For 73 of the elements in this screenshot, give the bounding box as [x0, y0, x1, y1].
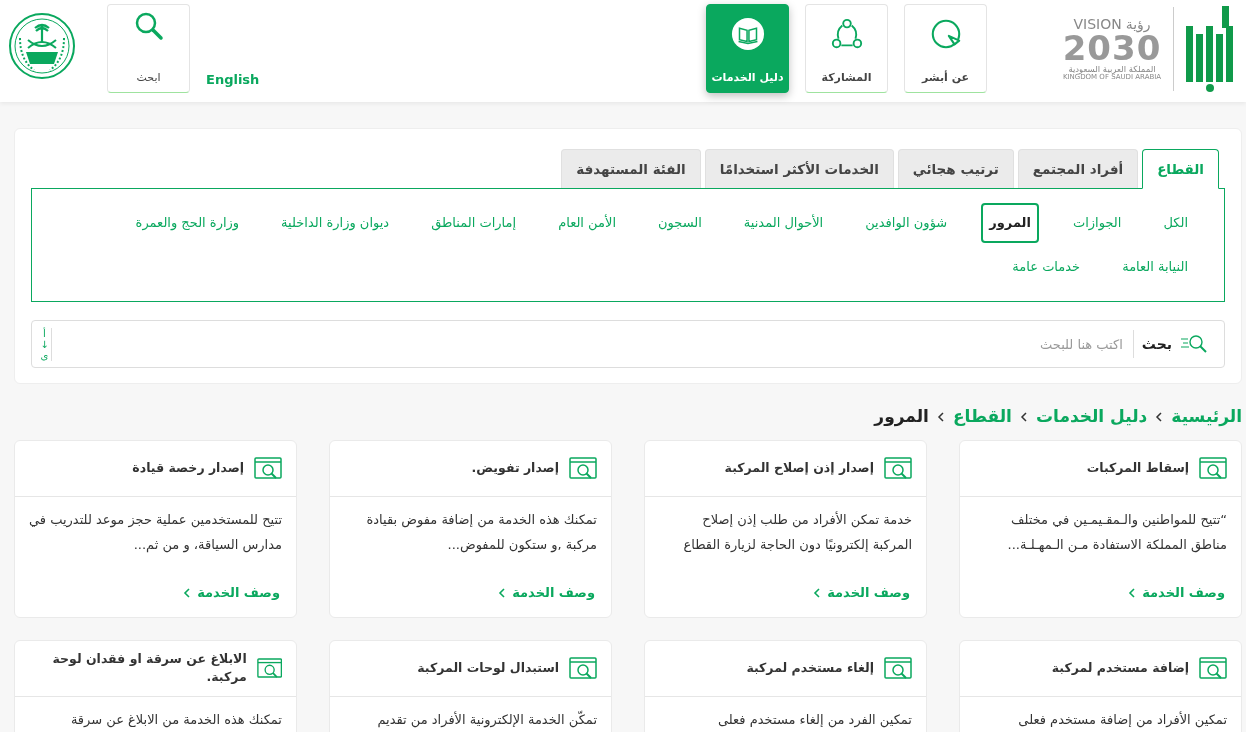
filter-option[interactable]: النيابة العامة [1114, 246, 1196, 287]
nav-button[interactable]: المشاركة [805, 4, 888, 93]
tab[interactable]: الفئة المستهدفة [561, 149, 701, 189]
search-window-icon [254, 457, 282, 480]
chevron-icon [1155, 412, 1164, 422]
tab[interactable]: أفراد المجتمع [1017, 149, 1139, 189]
card-title: إسقاط المركبات [1086, 458, 1189, 477]
chevron-icon [183, 588, 192, 598]
logo-year: 2030 [1062, 31, 1162, 66]
card-description: تمكّن الخدمة الإلكترونية الأفراد من تقديم [376, 709, 598, 730]
card-title: إصدار إذن إصلاح المركبة [724, 458, 874, 477]
card-description: تمكين الأفراد من إضافة مستخدم فعلى [1017, 710, 1228, 730]
card-description: خدمة تمكن الأفراد من طلب إذن إصلاح المركبة إلكترونيًا دون الحاجة لزيارة القطاع [682, 510, 913, 555]
language-link[interactable]: English [206, 70, 260, 90]
card-title: الابلاغ عن سرقة او فقدان لوحة مركبة. [51, 649, 247, 687]
filter-option[interactable]: وزارة الحج والعمرة [127, 203, 248, 243]
breadcrumb-link[interactable]: الرئيسية [1171, 404, 1242, 430]
card-title: إلغاء مستخدم لمركبة [746, 658, 874, 678]
filter-option[interactable]: السجون [650, 203, 710, 243]
filter-option[interactable]: شؤون الوافدين [857, 203, 956, 243]
chevron-icon [1128, 588, 1137, 598]
service-description-link[interactable]: وصف الخدمة [813, 583, 910, 603]
breadcrumb-current: المرور [874, 405, 929, 429]
nav-button[interactable]: عن أبشر [904, 4, 987, 93]
connected-nodes-icon [829, 17, 864, 51]
search-window-icon [1199, 457, 1227, 480]
palm-emblem-icon [8, 12, 76, 80]
nav-button[interactable]: دليل الخدمات [706, 4, 789, 93]
tab[interactable]: القطاع [1142, 149, 1219, 190]
search-window-icon [884, 657, 912, 680]
filter-option[interactable]: الأمن العام [550, 203, 624, 243]
sort-toggle[interactable]: أ ↓ ى [38, 327, 52, 361]
logo-text: المملكة العربية السعودية [1068, 65, 1156, 74]
search-icon [133, 11, 164, 41]
card-description: تمكين الفرد من إلغاء مستخدم فعلى [716, 710, 913, 730]
service-description-link[interactable]: وصف الخدمة [498, 583, 595, 603]
service-description-link[interactable]: وصف الخدمة [1128, 583, 1225, 603]
card-title: استبدال لوحات المركبة [417, 658, 559, 677]
card-title: إصدار تفويض. [471, 458, 559, 477]
logo-text: VISION [1073, 17, 1122, 32]
card-title: إضافة مستخدم لمركبة [1051, 658, 1189, 678]
filter-option[interactable]: إمارات المناطق [423, 203, 525, 243]
tab[interactable]: الخدمات الأكثر استخدامًا [704, 149, 894, 189]
search-label: بحث [1132, 330, 1172, 359]
card-description: تمكنك هذه الخدمة من إضافة مفوض بقيادة مركبة ,و ستكون للمفوض... [365, 510, 598, 555]
chevron-icon [936, 412, 945, 422]
logo-text: رؤية [1125, 17, 1151, 32]
search-button[interactable]: ابحث [107, 4, 190, 93]
search-window-icon [256, 657, 282, 680]
search-bar[interactable]: بحث اكتب هنا للبحث أ ↓ ى [31, 320, 1225, 369]
breadcrumb-link[interactable]: القطاع [952, 404, 1012, 430]
card-description: تتيح للمستخدمين عملية حجز موعد للتدريب في مدارس السياقة، و من ثم... [28, 510, 283, 555]
filter-option[interactable]: الكل [1155, 203, 1196, 243]
search-window-icon [1199, 657, 1227, 680]
search-window-icon [569, 657, 597, 680]
search-field[interactable]: اكتب هنا للبحث [60, 333, 1125, 355]
tab[interactable]: ترتيب هجائي [897, 149, 1014, 189]
filter-option[interactable]: المرور [981, 203, 1039, 243]
chevron-icon [813, 588, 822, 598]
filter-option[interactable]: خدمات عامة [1004, 246, 1089, 287]
card-description: “تتيح للمواطنين والـمقـيمـين في مختلف مناطق المملكة الاستفادة مـن الـمهـلـة... [1006, 510, 1228, 555]
card-title: إصدار رخصة قيادة [132, 458, 244, 477]
search-window-icon [569, 457, 597, 480]
chevron-icon [498, 588, 507, 598]
search-window-icon [884, 457, 912, 480]
card-description: تمكنك هذه الخدمة من الابلاغ عن سرقة [69, 710, 283, 730]
filter-option[interactable]: الأحوال المدنية [735, 203, 832, 243]
chevron-icon [1019, 412, 1028, 422]
service-description-link[interactable]: وصف الخدمة [183, 583, 280, 603]
breadcrumb-link[interactable]: دليل الخدمات [1035, 404, 1148, 430]
filter-option[interactable]: ديوان وزارة الداخلية [273, 203, 398, 243]
book-icon [730, 17, 765, 51]
filter-option[interactable]: الجوازات [1064, 203, 1130, 243]
